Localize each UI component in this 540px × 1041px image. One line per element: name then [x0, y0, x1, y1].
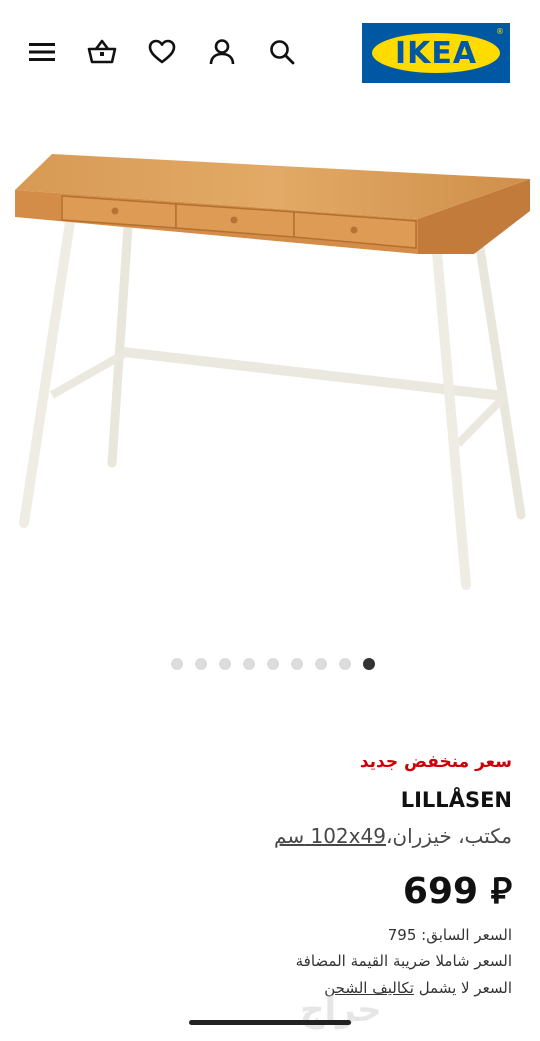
- shipping-prefix: السعر لا يشمل: [418, 979, 512, 997]
- carousel-dot[interactable]: [291, 658, 303, 670]
- new-lower-price-badge: سعر منخفض جديد: [359, 752, 512, 772]
- search-icon[interactable]: [264, 34, 300, 70]
- home-indicator[interactable]: [189, 1020, 351, 1025]
- account-icon[interactable]: [204, 34, 240, 70]
- carousel-dot[interactable]: [243, 658, 255, 670]
- product-description: مكتب، خيزران،102x49 سم: [274, 824, 512, 848]
- carousel-dot[interactable]: [267, 658, 279, 670]
- price-value: 699: [402, 871, 479, 912]
- carousel-dot[interactable]: [219, 658, 231, 670]
- heart-icon[interactable]: [144, 34, 180, 70]
- dimensions-value: 102x49: [310, 824, 386, 848]
- previous-price: السعر السابق: 795: [387, 926, 512, 944]
- product-image[interactable]: [0, 130, 540, 620]
- product-dimensions[interactable]: 102x49 سم: [274, 824, 386, 848]
- shopping-basket-icon[interactable]: [84, 34, 120, 70]
- carousel-dot[interactable]: [195, 658, 207, 670]
- ikea-logo[interactable]: IKEA ®: [362, 23, 510, 83]
- carousel-dot[interactable]: [171, 658, 183, 670]
- logo-text: IKEA: [394, 35, 478, 71]
- description-text: مكتب، خيزران،: [385, 824, 512, 848]
- image-carousel-indicators: [0, 658, 540, 672]
- registered-mark: ®: [496, 27, 504, 36]
- menu-icon[interactable]: [24, 34, 60, 70]
- carousel-dot[interactable]: [315, 658, 327, 670]
- carousel-dot-active[interactable]: [363, 658, 375, 670]
- product-name[interactable]: LILLÅSEN: [401, 788, 512, 812]
- riyal-currency-icon: ⃁: [490, 871, 512, 912]
- vat-note: السعر شاملا ضريبة القيمة المضافة: [295, 952, 512, 970]
- top-header: IKEA ®: [0, 0, 540, 100]
- dimensions-unit: سم: [274, 824, 305, 848]
- carousel-dot[interactable]: [339, 658, 351, 670]
- current-price: 699 ⃁: [403, 866, 512, 913]
